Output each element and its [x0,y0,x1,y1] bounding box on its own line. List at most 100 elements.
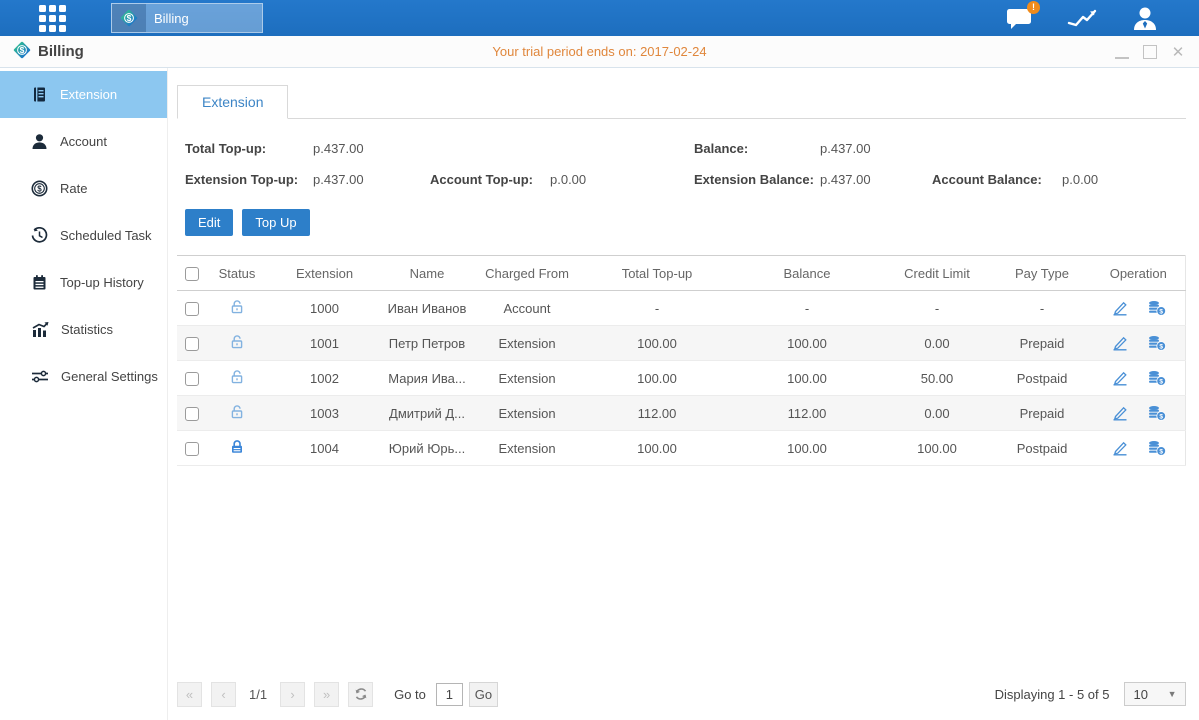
extensions-table: Status Extension Name Charged From Total… [177,255,1186,466]
prev-page-button[interactable]: ‹ [211,682,236,707]
row-checkbox[interactable] [185,302,199,316]
topup-button[interactable]: Top Up [242,209,309,236]
svg-text:$: $ [1159,309,1163,316]
col-extension: Extension [267,256,382,291]
topup-row-icon[interactable]: $ [1147,300,1166,316]
billing-app-icon: $ [12,40,32,63]
row-checkbox[interactable] [185,372,199,386]
col-status: Status [207,256,267,291]
general-settings-sliders-icon [31,368,49,385]
total-topup-label: Total Top-up: [185,141,313,156]
balance-value: p.437.00 [820,141,932,156]
col-charged-from: Charged From [472,256,582,291]
last-page-button[interactable]: » [314,682,339,707]
go-button[interactable]: Go [469,682,498,707]
topbar: $ Billing ! [0,0,1199,36]
chevron-down-icon: ▼ [1168,689,1177,699]
extension-ledger-icon [31,86,48,103]
sidebar-item-topup-history[interactable]: Top-up History [0,259,167,306]
col-pay-type: Pay Type [992,256,1092,291]
edit-button[interactable]: Edit [185,209,233,236]
window-titlebar: $ Billing Your trial period ends on: 201… [0,36,1199,68]
taskbar-item-label: Billing [154,11,189,26]
first-page-button[interactable]: « [177,682,202,707]
next-page-button[interactable]: › [280,682,305,707]
sidebar-item-statistics[interactable]: Statistics [0,306,167,353]
topup-row-icon[interactable]: $ [1147,440,1166,456]
account-person-icon [31,133,48,150]
goto-page-input[interactable] [436,683,463,706]
col-name: Name [382,256,472,291]
rate-dollar-icon: $ [31,180,48,197]
topup-row-icon[interactable]: $ [1147,370,1166,386]
topup-row-icon[interactable]: $ [1147,335,1166,351]
sidebar-item-label: General Settings [61,369,158,384]
app-grid-icon[interactable] [35,1,69,35]
row-checkbox[interactable] [185,337,199,351]
table-row: 1003 Дмитрий Д... Extension 112.00 112.0… [177,396,1185,431]
close-button[interactable]: ✕ [1171,45,1185,59]
account-topup-label: Account Top-up: [430,172,550,187]
scheduled-task-clock-icon [31,227,48,244]
sidebar-item-rate[interactable]: $ Rate [0,165,167,212]
total-topup-value: p.437.00 [313,141,430,156]
status-lock-icon[interactable] [229,334,245,350]
status-lock-icon[interactable] [229,299,245,315]
table-row: 1002 Мария Ива... Extension 100.00 100.0… [177,361,1185,396]
sidebar-item-label: Scheduled Task [60,228,152,243]
table-row: 1001 Петр Петров Extension 100.00 100.00… [177,326,1185,361]
balance-label: Balance: [694,141,820,156]
account-balance-label: Account Balance: [932,172,1062,187]
page-size-dropdown[interactable]: 10 ▼ [1124,682,1186,706]
sidebar-item-scheduled-task[interactable]: Scheduled Task [0,212,167,259]
table-row: 1000 Иван Иванов Account - - - - [177,291,1185,326]
pagination-bar: « ‹ 1/1 › » Go to Go Displaying 1 - 5 of… [177,681,1186,707]
notification-badge: ! [1027,1,1040,14]
maximize-button[interactable] [1143,45,1157,59]
status-lock-icon[interactable] [229,439,245,455]
tab-label: Extension [202,94,263,110]
window-title: Billing [38,43,84,60]
sidebar-item-label: Extension [60,87,117,102]
row-checkbox[interactable] [185,407,199,421]
svg-text:$: $ [127,13,132,23]
statistics-chart-icon [31,321,49,338]
select-all-checkbox[interactable] [185,267,199,281]
taskbar-item-billing[interactable]: $ Billing [111,3,263,33]
col-credit-limit: Credit Limit [882,256,992,291]
status-lock-icon[interactable] [229,404,245,420]
svg-text:$: $ [1159,414,1163,421]
refresh-button[interactable] [348,682,373,707]
account-balance-value: p.0.00 [1062,172,1098,187]
sidebar-item-label: Statistics [61,322,113,337]
trial-period-message: Your trial period ends on: 2017-02-24 [0,44,1199,59]
row-checkbox[interactable] [185,442,199,456]
main-content: Extension Total Top-up: p.437.00 Extensi… [168,68,1199,720]
sidebar-item-account[interactable]: Account [0,118,167,165]
edit-row-icon[interactable] [1111,405,1129,421]
displaying-text: Displaying 1 - 5 of 5 [995,687,1110,702]
sidebar: Extension Account $ Rate Scheduled Task [0,68,168,720]
edit-row-icon[interactable] [1111,300,1129,316]
summary-panel: Total Top-up: p.437.00 Extension Top-up:… [177,133,1186,195]
status-lock-icon[interactable] [229,369,245,385]
sidebar-item-general-settings[interactable]: General Settings [0,353,167,400]
page-size-value: 10 [1134,687,1168,702]
edit-row-icon[interactable] [1111,335,1129,351]
table-header-row: Status Extension Name Charged From Total… [177,256,1185,291]
edit-row-icon[interactable] [1111,440,1129,456]
topup-row-icon[interactable]: $ [1147,405,1166,421]
monitor-chart-icon[interactable] [1067,6,1097,30]
notifications-icon[interactable]: ! [1005,6,1033,30]
tab-extension[interactable]: Extension [177,85,288,119]
col-balance: Balance [732,256,882,291]
minimize-button[interactable] [1115,45,1129,59]
edit-row-icon[interactable] [1111,370,1129,386]
account-topup-value: p.0.00 [550,172,586,187]
svg-text:$: $ [1159,449,1163,456]
sidebar-item-extension[interactable]: Extension [0,71,167,118]
svg-text:$: $ [1159,344,1163,351]
user-account-icon[interactable] [1131,5,1159,31]
table-row: 1004 Юрий Юрь... Extension 100.00 100.00… [177,431,1185,466]
extension-balance-value: p.437.00 [820,172,932,187]
